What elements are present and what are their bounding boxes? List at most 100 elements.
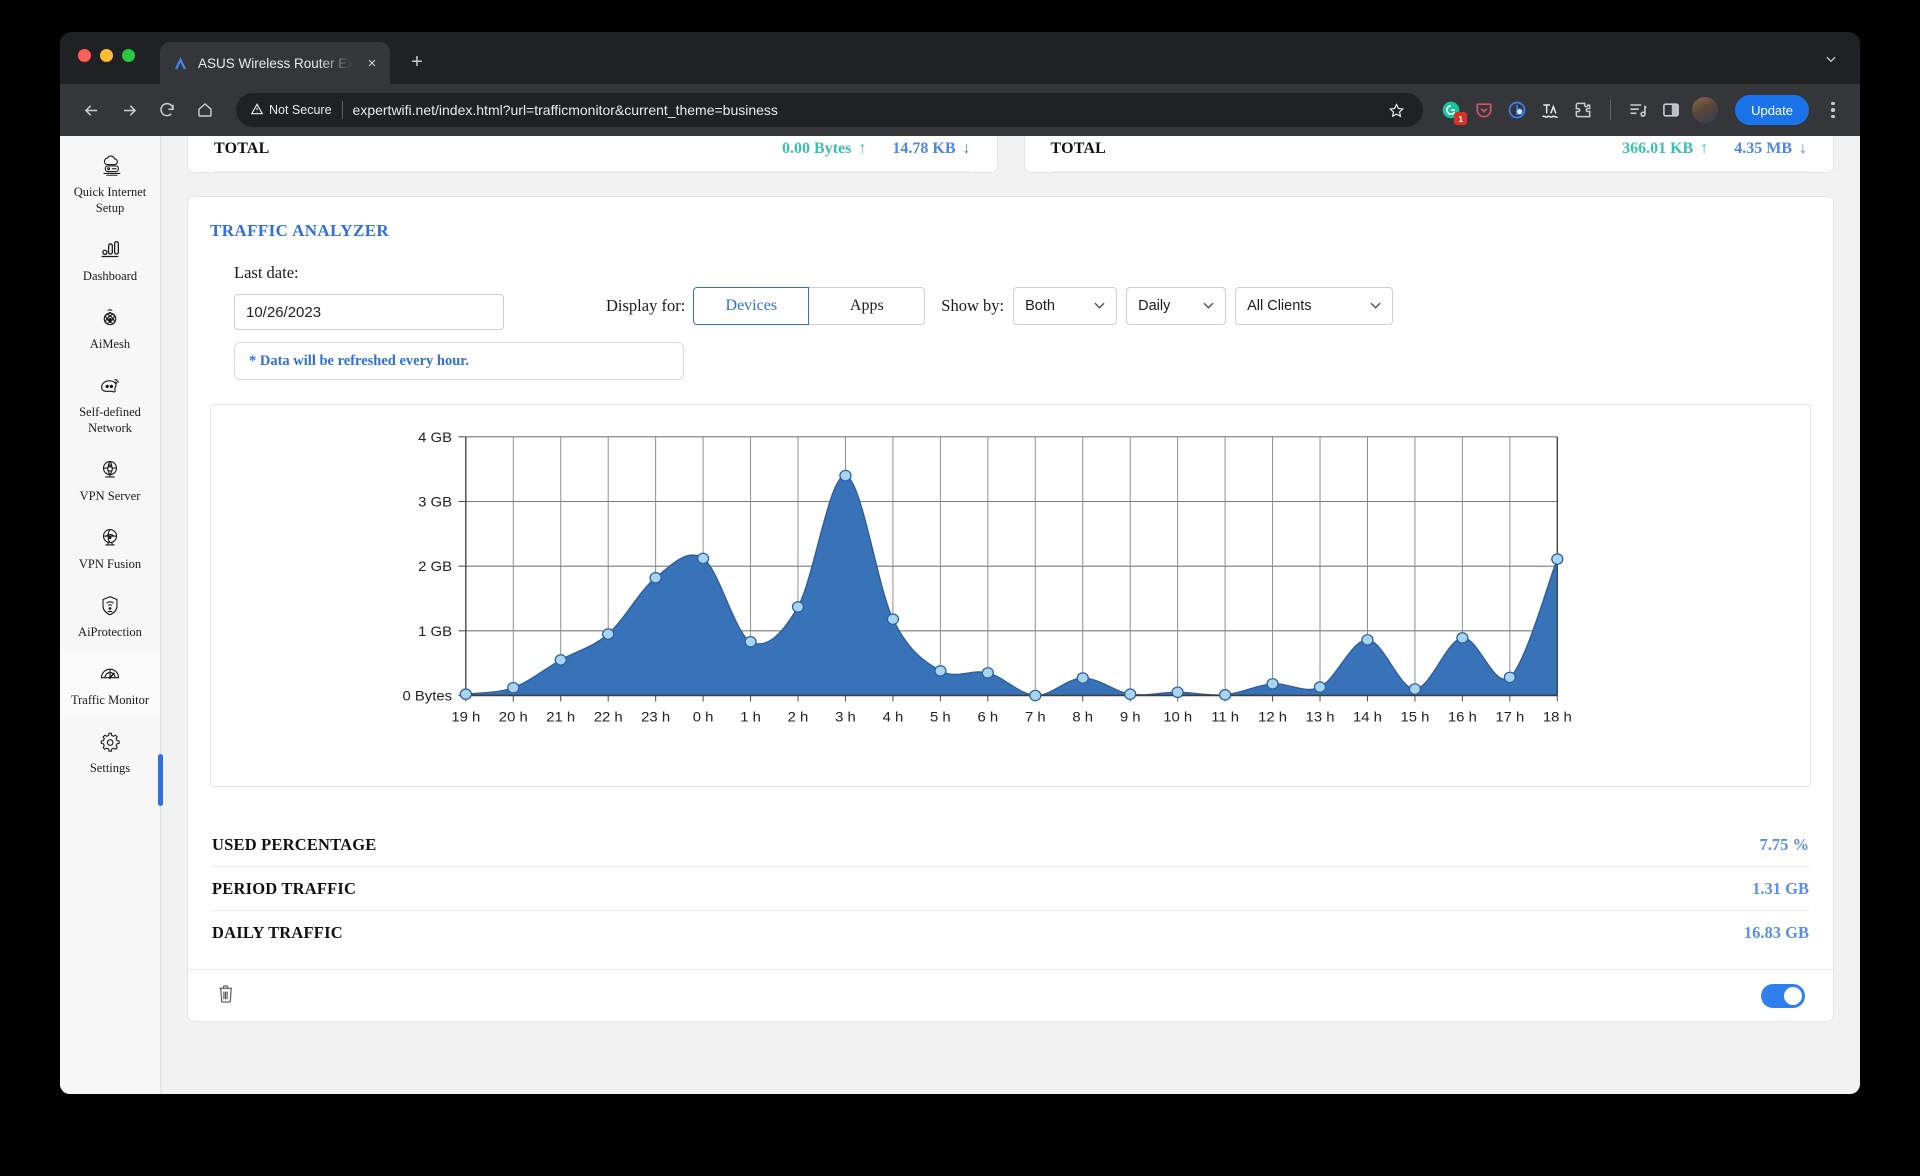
traffic-monitor-icon (64, 661, 156, 687)
reload-icon[interactable] (150, 93, 184, 127)
chart-data-point[interactable] (1029, 689, 1042, 702)
dashboard-icon (64, 237, 156, 263)
x-axis-tick-label: 1 h (740, 710, 761, 725)
update-button[interactable]: Update (1735, 95, 1809, 125)
sidebar-item-self-defined-network[interactable]: Self-defined Network (60, 362, 160, 446)
extension-icons: 1 Update (1439, 95, 1846, 125)
analyzer-footer (188, 969, 1833, 1021)
chart-data-point[interactable] (1076, 672, 1089, 684)
chart-data-point[interactable] (649, 572, 662, 584)
sidebar-item-vpn-fusion[interactable]: VPN Fusion (60, 514, 160, 582)
sidebar-item-quick-internet-setup[interactable]: Quick Internet Setup (60, 142, 160, 226)
x-axis-tick-label: 12 h (1258, 710, 1287, 725)
stat-row-daily-traffic: DAILY TRAFFIC 16.83 GB (212, 911, 1809, 955)
tab-search-chevron-down-icon[interactable] (1818, 46, 1844, 72)
security-label: Not Secure (269, 103, 332, 117)
side-panel-icon[interactable] (1659, 98, 1683, 122)
chart-data-point[interactable] (1456, 632, 1469, 644)
traffic-chart[interactable]: 0 Bytes 1 GB 2 GB 3 GB 4 GB 19 h 20 h 21 h 22 h 2… (210, 404, 1811, 787)
home-icon[interactable] (188, 93, 222, 127)
stat-row-used-percentage: USED PERCENTAGE 7.75 % (212, 823, 1809, 867)
profile-avatar-icon[interactable] (1692, 97, 1719, 123)
y-axis-tick-label: 3 GB (418, 495, 452, 510)
minimize-window-button[interactable] (100, 49, 113, 62)
maximize-window-button[interactable] (122, 49, 135, 62)
download-text: 14.78 KB (892, 139, 956, 157)
date-input[interactable]: 10/26/2023 (234, 294, 504, 330)
chart-data-point[interactable] (1266, 678, 1279, 690)
chart-data-point[interactable] (981, 667, 994, 679)
stat-row-period-traffic: PERIOD TRAFFIC 1.31 GB (212, 867, 1809, 911)
x-axis-tick-label: 6 h (978, 710, 999, 725)
chart-data-point[interactable] (1124, 688, 1137, 700)
three-dot-menu-icon[interactable] (1820, 95, 1846, 125)
chart-data-point[interactable] (1218, 689, 1232, 701)
trash-can-icon[interactable] (216, 983, 235, 1009)
sidebar-item-vpn-server[interactable]: VPN Server (60, 446, 160, 514)
chevron-down-icon (1094, 300, 1105, 312)
select-period[interactable]: Daily (1126, 287, 1227, 325)
browser-tab[interactable]: ASUS Wireless Router Exper × (160, 42, 390, 84)
chart-data-point[interactable] (839, 469, 852, 482)
sidebar-item-label: Settings (89, 761, 131, 775)
sidebar-item-traffic-monitor[interactable]: Traffic Monitor (60, 650, 160, 718)
chart-data-point[interactable] (886, 613, 900, 625)
close-window-button[interactable] (78, 49, 91, 62)
chart-data-point[interactable] (934, 665, 947, 677)
extensions-puzzle-icon[interactable] (1571, 98, 1595, 122)
privacy-badger-extension-icon[interactable] (1505, 98, 1529, 122)
chart-data-point[interactable] (1361, 634, 1374, 646)
reading-list-icon[interactable] (1626, 98, 1650, 122)
select-traffic-direction[interactable]: Both (1013, 287, 1118, 325)
chart-data-point[interactable] (696, 552, 710, 565)
upload-text: 0.00 Bytes (782, 139, 852, 157)
refresh-notice: * Data will be refreshed every hour. (234, 342, 684, 380)
sidebar-item-aimesh[interactable]: AiMesh (60, 294, 160, 362)
forward-arrow-icon[interactable] (112, 93, 146, 127)
grammarly-extension-icon[interactable]: 1 (1439, 98, 1468, 125)
upload-arrow-icon: ↑ (1700, 139, 1709, 157)
sidebar-item-dashboard[interactable]: Dashboard (60, 226, 160, 294)
chart-data-point[interactable] (791, 601, 805, 613)
sidebar-item-label: Self-defined Network (79, 405, 141, 435)
x-axis-tick-label: 13 h (1306, 710, 1335, 725)
browser-window: ASUS Wireless Router Exper × + Not Secur (60, 32, 1860, 1094)
traffic-area-chart-svg: 0 Bytes 1 GB 2 GB 3 GB 4 GB 19 h 20 h 21 h 22 h 2… (402, 430, 1571, 725)
chart-data-point[interactable] (554, 654, 567, 666)
sidebar-scrollbar-thumb[interactable] (158, 754, 163, 806)
enable-traffic-analyzer-toggle[interactable] (1761, 983, 1805, 1008)
x-axis-tick-label: 4 h (883, 710, 904, 725)
address-bar[interactable]: Not Secure expertwifi.net/index.html?url… (236, 93, 1424, 127)
stat-value: 7.75 % (1759, 834, 1810, 854)
chart-data-point[interactable] (1313, 681, 1327, 693)
chart-data-point[interactable] (459, 688, 472, 700)
chart-data-point[interactable] (1408, 683, 1422, 695)
total-download-value: 14.78 KB ↓ (892, 140, 970, 158)
total-values: 366.01 KB ↑ 4.35 MB ↓ (1622, 140, 1807, 158)
pocket-extension-icon[interactable] (1472, 98, 1496, 122)
stat-label: USED PERCENTAGE (212, 834, 377, 854)
select-clients[interactable]: All Clients (1235, 287, 1394, 325)
sidebar-item-aiprotection[interactable]: AiProtection (60, 582, 160, 650)
close-tab-button[interactable]: × (362, 53, 382, 73)
back-arrow-icon[interactable] (74, 93, 108, 127)
total-line: TOTAL 0.00 Bytes ↑ 14.78 KB ↓ (214, 136, 971, 172)
window-controls (78, 49, 135, 62)
tab-apps[interactable]: Apps (809, 287, 926, 325)
omnibox-divider (341, 101, 343, 119)
total-label: TOTAL (214, 139, 270, 157)
new-tab-button[interactable]: + (404, 49, 430, 75)
upload-text: 366.01 KB (1622, 139, 1694, 157)
display-controls: Display for: Devices Apps Show by: Both … (606, 287, 1394, 325)
chart-data-point[interactable] (602, 628, 615, 640)
tab-devices[interactable]: Devices (693, 287, 810, 325)
chart-data-point[interactable] (1551, 553, 1564, 565)
chart-data-point[interactable] (744, 636, 757, 648)
chart-data-point[interactable] (1503, 671, 1517, 684)
not-secure-indicator[interactable]: Not Secure (250, 102, 332, 119)
sidebar-item-settings[interactable]: Settings (60, 718, 160, 786)
chart-data-point[interactable] (1171, 686, 1184, 699)
chart-data-point[interactable] (507, 681, 520, 694)
languagetool-extension-icon[interactable] (1538, 98, 1562, 122)
bookmark-star-icon[interactable] (1383, 97, 1409, 123)
